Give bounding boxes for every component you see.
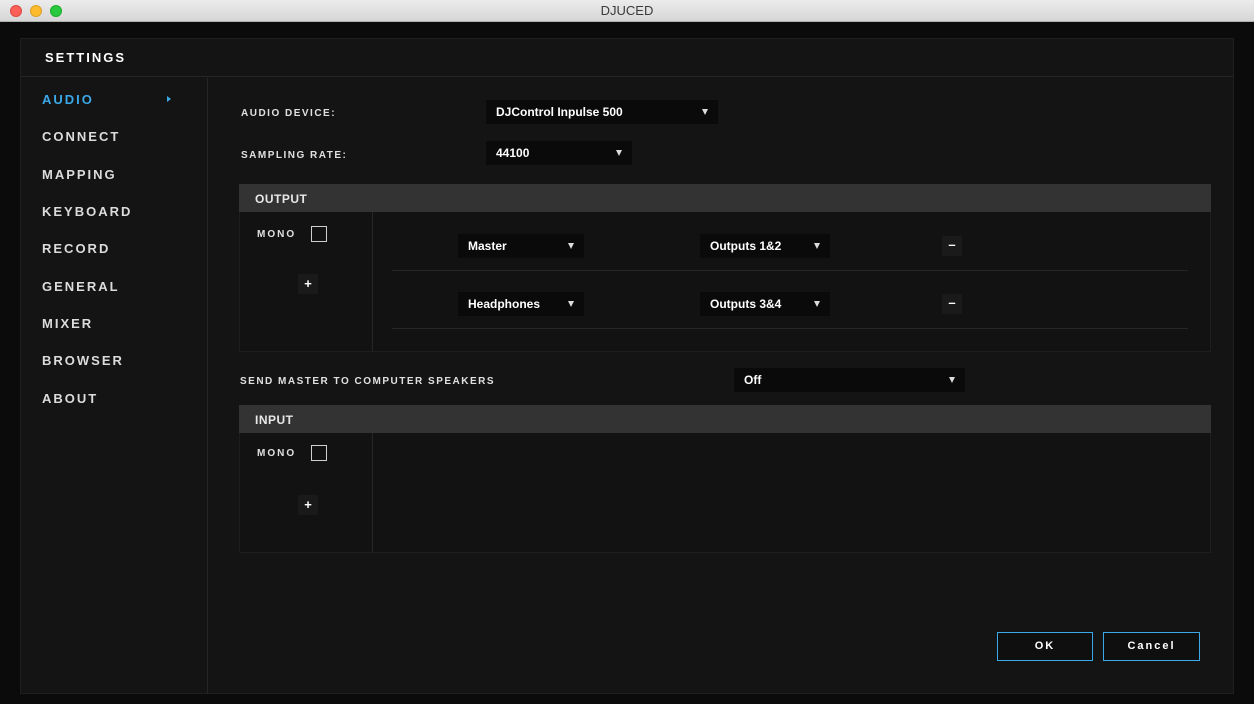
add-output-button[interactable]: + xyxy=(298,274,318,294)
send-master-value: Off xyxy=(744,373,762,387)
sidebar-item-general[interactable]: GENERAL xyxy=(42,279,120,294)
sidebar-item-about[interactable]: ABOUT xyxy=(42,391,98,406)
input-section-header: INPUT xyxy=(239,405,1211,433)
row-divider xyxy=(392,270,1188,271)
audio-device-dropdown[interactable]: DJControl Inpulse 500 xyxy=(486,100,718,124)
panel-header: SETTINGS xyxy=(21,39,1233,77)
output-channel-dropdown-master[interactable]: Master xyxy=(458,234,584,258)
output-routing-value: Outputs 1&2 xyxy=(710,239,782,253)
output-section-title: OUTPUT xyxy=(255,192,308,206)
sampling-rate-dropdown[interactable]: 44100 xyxy=(486,141,632,165)
input-mono-checkbox[interactable] xyxy=(311,445,327,461)
remove-output-button-master[interactable]: – xyxy=(942,236,962,256)
output-channel-dropdown-headphones[interactable]: Headphones xyxy=(458,292,584,316)
sidebar-item-keyboard[interactable]: KEYBOARD xyxy=(42,204,132,219)
sidebar-item-browser[interactable]: BROWSER xyxy=(42,353,124,368)
output-channel-value: Master xyxy=(468,239,507,253)
row-divider xyxy=(392,328,1188,329)
input-mono-label: MONO xyxy=(257,448,297,459)
settings-sidebar: AUDIO CONNECT MAPPING KEYBOARD RECORD GE… xyxy=(21,78,208,694)
audio-device-label: AUDIO DEVICE: xyxy=(241,108,337,119)
output-routing-dropdown-headphones[interactable]: Outputs 3&4 xyxy=(700,292,830,316)
output-controls: MONO + xyxy=(240,212,373,351)
caret-down-icon xyxy=(814,243,820,249)
input-section-body: MONO + xyxy=(239,433,1211,553)
cancel-button[interactable]: Cancel xyxy=(1103,632,1200,661)
send-master-dropdown[interactable]: Off xyxy=(734,368,965,392)
input-section: INPUT MONO + xyxy=(239,405,1211,555)
sampling-rate-value: 44100 xyxy=(496,146,530,160)
output-section-header: OUTPUT xyxy=(239,184,1211,212)
output-section: OUTPUT MONO + Master Outputs 1&2 – Headp… xyxy=(239,184,1211,352)
send-master-label: SEND MASTER TO COMPUTER SPEAKERS xyxy=(240,376,496,387)
settings-panel: SETTINGS AUDIO CONNECT MAPPING KEYBOARD … xyxy=(20,38,1234,694)
caret-down-icon xyxy=(616,150,622,156)
sidebar-item-mapping[interactable]: MAPPING xyxy=(42,167,117,182)
ok-button[interactable]: OK xyxy=(997,632,1093,661)
chevron-right-icon xyxy=(167,96,171,102)
sidebar-item-mixer[interactable]: MIXER xyxy=(42,316,93,331)
input-controls: MONO + xyxy=(240,433,373,552)
window-frame: SETTINGS AUDIO CONNECT MAPPING KEYBOARD … xyxy=(0,22,1254,704)
output-routing-dropdown-master[interactable]: Outputs 1&2 xyxy=(700,234,830,258)
sidebar-item-record[interactable]: RECORD xyxy=(42,241,110,256)
panel-title: SETTINGS xyxy=(45,50,127,65)
audio-settings-content: AUDIO DEVICE: DJControl Inpulse 500 SAMP… xyxy=(209,78,1233,694)
window-title: DJUCED xyxy=(600,3,654,18)
caret-down-icon xyxy=(949,377,955,383)
output-channel-value: Headphones xyxy=(468,297,541,311)
input-section-title: INPUT xyxy=(255,413,294,427)
caret-down-icon xyxy=(814,301,820,307)
caret-down-icon xyxy=(568,243,574,249)
output-routing-value: Outputs 3&4 xyxy=(710,297,782,311)
caret-down-icon xyxy=(568,301,574,307)
output-mono-label: MONO xyxy=(257,229,297,240)
remove-output-button-headphones[interactable]: – xyxy=(942,294,962,314)
audio-device-value: DJControl Inpulse 500 xyxy=(496,105,623,119)
add-input-button[interactable]: + xyxy=(298,495,318,515)
caret-down-icon xyxy=(702,109,708,115)
sampling-rate-label: SAMPLING RATE: xyxy=(241,150,348,161)
title-bar: DJUCED xyxy=(0,0,1254,22)
output-mono-checkbox[interactable] xyxy=(311,226,327,242)
sidebar-item-connect[interactable]: CONNECT xyxy=(42,129,120,144)
output-section-body: MONO + Master Outputs 1&2 – Headphones O… xyxy=(239,212,1211,352)
sidebar-item-audio[interactable]: AUDIO xyxy=(42,92,94,107)
